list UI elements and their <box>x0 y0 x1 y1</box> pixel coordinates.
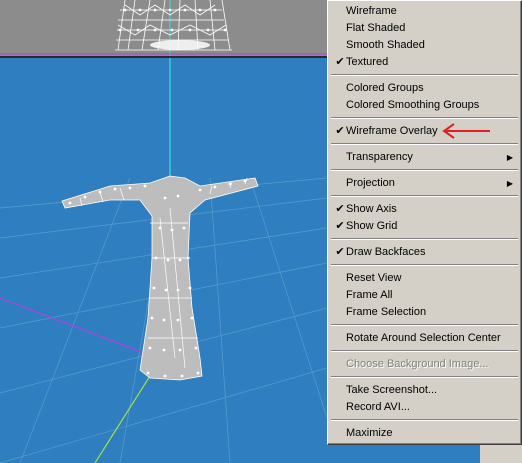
menu-separator <box>331 74 518 76</box>
menu-item-colored-groups[interactable]: Colored Groups <box>330 80 519 97</box>
window-frame-corner <box>480 445 522 463</box>
menu-separator <box>331 117 518 119</box>
submenu-arrow-icon: ▶ <box>506 179 513 188</box>
menu-item-flat-shaded[interactable]: Flat Shaded <box>330 20 519 37</box>
menu-separator <box>331 419 518 421</box>
menu-item-frame-selection[interactable]: Frame Selection <box>330 304 519 321</box>
menu-separator <box>331 324 518 326</box>
menu-item-show-grid[interactable]: ✔ Show Grid <box>330 218 519 235</box>
check-icon: ✔ <box>335 203 345 215</box>
view-context-menu: Wireframe Flat Shaded Smooth Shaded ✔ Tex… <box>327 0 522 445</box>
menu-item-wireframe[interactable]: Wireframe <box>330 3 519 20</box>
menu-separator <box>331 169 518 171</box>
menu-item-reset-view[interactable]: Reset View <box>330 270 519 287</box>
menu-item-record-avi[interactable]: Record AVI... <box>330 399 519 416</box>
check-icon: ✔ <box>335 246 345 258</box>
perspective-scene <box>0 58 327 463</box>
menu-separator <box>331 350 518 352</box>
menu-item-transparency[interactable]: Transparency ▶ <box>330 149 519 166</box>
menu-separator <box>331 238 518 240</box>
z-axis <box>94 367 156 463</box>
menu-separator <box>331 143 518 145</box>
menu-item-textured[interactable]: ✔ Textured <box>330 54 519 71</box>
menu-item-draw-backfaces[interactable]: ✔ Draw Backfaces <box>330 244 519 261</box>
top-view-mesh <box>0 0 327 56</box>
menu-item-maximize[interactable]: Maximize <box>330 425 519 442</box>
menu-item-take-screenshot[interactable]: Take Screenshot... <box>330 382 519 399</box>
check-icon: ✔ <box>335 125 345 137</box>
menu-separator <box>331 264 518 266</box>
menu-separator <box>331 195 518 197</box>
menu-item-rotate-around-selection-center[interactable]: Rotate Around Selection Center <box>330 330 519 347</box>
menu-item-choose-background-image: Choose Background Image... <box>346 358 489 370</box>
check-icon: ✔ <box>335 220 345 232</box>
submenu-arrow-icon: ▶ <box>506 153 513 162</box>
menu-item-projection[interactable]: Projection ▶ <box>330 175 519 192</box>
check-icon: ✔ <box>335 56 345 68</box>
annotation-arrow-icon <box>442 123 490 139</box>
menu-item-frame-all[interactable]: Frame All <box>330 287 519 304</box>
menu-item-show-axis[interactable]: ✔ Show Axis <box>330 201 519 218</box>
menu-item-smooth-shaded[interactable]: Smooth Shaded <box>330 37 519 54</box>
menu-separator <box>331 376 518 378</box>
menu-item-colored-smoothing-groups[interactable]: Colored Smoothing Groups <box>330 97 519 114</box>
